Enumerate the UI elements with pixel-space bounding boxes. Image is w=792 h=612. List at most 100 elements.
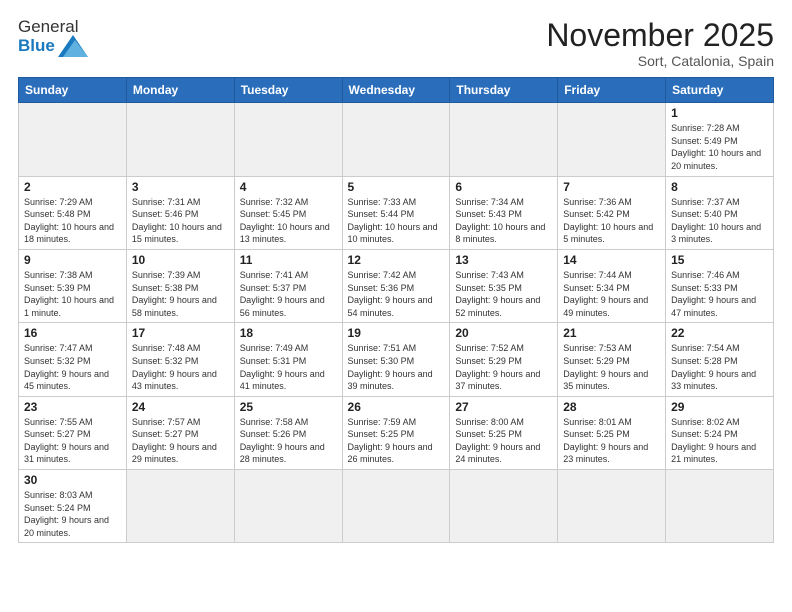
calendar-cell: 21 Sunrise: 7:53 AM Sunset: 5:29 PM Dayli… bbox=[558, 323, 666, 396]
calendar-cell bbox=[342, 103, 450, 176]
col-thursday: Thursday bbox=[450, 78, 558, 103]
day-info: Sunrise: 7:46 AM Sunset: 5:33 PM Dayligh… bbox=[671, 269, 768, 319]
calendar-cell bbox=[19, 103, 127, 176]
calendar-cell: 9Sunrise: 7:38 AM Sunset: 5:39 PM Daylig… bbox=[19, 249, 127, 322]
calendar-cell: 23 Sunrise: 7:55 AM Sunset: 5:27 PM Dayli… bbox=[19, 396, 127, 469]
day-info: Sunrise: 7:59 AM Sunset: 5:25 PM Dayligh… bbox=[348, 416, 445, 466]
calendar-cell: 26 Sunrise: 7:59 AM Sunset: 5:25 PM Dayli… bbox=[342, 396, 450, 469]
calendar-cell: 4 Sunrise: 7:32 AM Sunset: 5:45 PM Daylig… bbox=[234, 176, 342, 249]
day-info: Sunrise: 7:32 AM Sunset: 5:45 PM Dayligh… bbox=[240, 196, 337, 246]
page: General Blue November 2025 Sort, Catalon… bbox=[0, 0, 792, 612]
day-number: 18 bbox=[240, 326, 337, 340]
calendar-cell bbox=[234, 470, 342, 543]
day-number: 30 bbox=[24, 473, 121, 487]
calendar-header-row: Sunday Monday Tuesday Wednesday Thursday… bbox=[19, 78, 774, 103]
day-info: Sunrise: 7:28 AM Sunset: 5:49 PM Dayligh… bbox=[671, 122, 768, 172]
calendar-cell: 14 Sunrise: 7:44 AM Sunset: 5:34 PM Dayli… bbox=[558, 249, 666, 322]
day-number: 10 bbox=[132, 253, 229, 267]
day-number: 20 bbox=[455, 326, 552, 340]
day-number: 1 bbox=[671, 106, 768, 120]
calendar-cell bbox=[234, 103, 342, 176]
day-info: Sunrise: 7:36 AM Sunset: 5:42 PM Dayligh… bbox=[563, 196, 660, 246]
day-info: Sunrise: 7:34 AM Sunset: 5:43 PM Dayligh… bbox=[455, 196, 552, 246]
day-number: 14 bbox=[563, 253, 660, 267]
col-tuesday: Tuesday bbox=[234, 78, 342, 103]
day-number: 27 bbox=[455, 400, 552, 414]
title-area: November 2025 Sort, Catalonia, Spain bbox=[546, 18, 774, 69]
day-info: Sunrise: 7:41 AM Sunset: 5:37 PM Dayligh… bbox=[240, 269, 337, 319]
day-number: 28 bbox=[563, 400, 660, 414]
calendar-cell: 3Sunrise: 7:31 AM Sunset: 5:46 PM Daylig… bbox=[126, 176, 234, 249]
day-info: Sunrise: 7:43 AM Sunset: 5:35 PM Dayligh… bbox=[455, 269, 552, 319]
logo-icon bbox=[58, 35, 88, 57]
col-friday: Friday bbox=[558, 78, 666, 103]
location-subtitle: Sort, Catalonia, Spain bbox=[546, 53, 774, 69]
calendar-cell bbox=[666, 470, 774, 543]
calendar-cell bbox=[558, 470, 666, 543]
day-info: Sunrise: 7:57 AM Sunset: 5:27 PM Dayligh… bbox=[132, 416, 229, 466]
calendar-cell: 7Sunrise: 7:36 AM Sunset: 5:42 PM Daylig… bbox=[558, 176, 666, 249]
calendar-cell: 27Sunrise: 8:00 AM Sunset: 5:25 PM Dayli… bbox=[450, 396, 558, 469]
day-number: 17 bbox=[132, 326, 229, 340]
day-info: Sunrise: 8:01 AM Sunset: 5:25 PM Dayligh… bbox=[563, 416, 660, 466]
day-number: 24 bbox=[132, 400, 229, 414]
calendar-cell: 24 Sunrise: 7:57 AM Sunset: 5:27 PM Dayli… bbox=[126, 396, 234, 469]
day-number: 19 bbox=[348, 326, 445, 340]
day-number: 2 bbox=[24, 180, 121, 194]
day-info: Sunrise: 7:39 AM Sunset: 5:38 PM Dayligh… bbox=[132, 269, 229, 319]
day-number: 6 bbox=[455, 180, 552, 194]
day-info: Sunrise: 7:31 AM Sunset: 5:46 PM Dayligh… bbox=[132, 196, 229, 246]
calendar-cell: 30 Sunrise: 8:03 AM Sunset: 5:24 PM Dayli… bbox=[19, 470, 127, 543]
day-number: 4 bbox=[240, 180, 337, 194]
calendar-cell: 25 Sunrise: 7:58 AM Sunset: 5:26 PM Dayli… bbox=[234, 396, 342, 469]
calendar-cell: 29Sunrise: 8:02 AM Sunset: 5:24 PM Dayli… bbox=[666, 396, 774, 469]
day-number: 5 bbox=[348, 180, 445, 194]
calendar-cell: 17Sunrise: 7:48 AM Sunset: 5:32 PM Dayli… bbox=[126, 323, 234, 396]
calendar-cell bbox=[126, 470, 234, 543]
calendar-cell: 2 Sunrise: 7:29 AM Sunset: 5:48 PM Daylig… bbox=[19, 176, 127, 249]
calendar-cell: 1 Sunrise: 7:28 AM Sunset: 5:49 PM Daylig… bbox=[666, 103, 774, 176]
day-info: Sunrise: 8:03 AM Sunset: 5:24 PM Dayligh… bbox=[24, 489, 121, 539]
col-saturday: Saturday bbox=[666, 78, 774, 103]
day-info: Sunrise: 7:37 AM Sunset: 5:40 PM Dayligh… bbox=[671, 196, 768, 246]
day-number: 22 bbox=[671, 326, 768, 340]
day-number: 25 bbox=[240, 400, 337, 414]
logo: General Blue bbox=[18, 18, 88, 57]
day-info: Sunrise: 7:38 AM Sunset: 5:39 PM Dayligh… bbox=[24, 269, 121, 319]
logo-blue-text: Blue bbox=[18, 36, 55, 56]
calendar-cell: 18Sunrise: 7:49 AM Sunset: 5:31 PM Dayli… bbox=[234, 323, 342, 396]
calendar-cell: 15Sunrise: 7:46 AM Sunset: 5:33 PM Dayli… bbox=[666, 249, 774, 322]
calendar-cell: 6 Sunrise: 7:34 AM Sunset: 5:43 PM Daylig… bbox=[450, 176, 558, 249]
calendar-cell bbox=[342, 470, 450, 543]
day-number: 23 bbox=[24, 400, 121, 414]
day-number: 16 bbox=[24, 326, 121, 340]
calendar-cell: 8 Sunrise: 7:37 AM Sunset: 5:40 PM Daylig… bbox=[666, 176, 774, 249]
calendar-cell: 13 Sunrise: 7:43 AM Sunset: 5:35 PM Dayli… bbox=[450, 249, 558, 322]
day-info: Sunrise: 7:33 AM Sunset: 5:44 PM Dayligh… bbox=[348, 196, 445, 246]
day-info: Sunrise: 7:44 AM Sunset: 5:34 PM Dayligh… bbox=[563, 269, 660, 319]
calendar-cell: 19Sunrise: 7:51 AM Sunset: 5:30 PM Dayli… bbox=[342, 323, 450, 396]
day-info: Sunrise: 7:53 AM Sunset: 5:29 PM Dayligh… bbox=[563, 342, 660, 392]
day-info: Sunrise: 8:02 AM Sunset: 5:24 PM Dayligh… bbox=[671, 416, 768, 466]
day-number: 26 bbox=[348, 400, 445, 414]
day-info: Sunrise: 7:52 AM Sunset: 5:29 PM Dayligh… bbox=[455, 342, 552, 392]
calendar-cell: 11Sunrise: 7:41 AM Sunset: 5:37 PM Dayli… bbox=[234, 249, 342, 322]
day-number: 13 bbox=[455, 253, 552, 267]
calendar-cell: 28 Sunrise: 8:01 AM Sunset: 5:25 PM Dayli… bbox=[558, 396, 666, 469]
day-info: Sunrise: 7:29 AM Sunset: 5:48 PM Dayligh… bbox=[24, 196, 121, 246]
day-info: Sunrise: 7:54 AM Sunset: 5:28 PM Dayligh… bbox=[671, 342, 768, 392]
calendar-cell bbox=[450, 470, 558, 543]
calendar-cell: 12Sunrise: 7:42 AM Sunset: 5:36 PM Dayli… bbox=[342, 249, 450, 322]
col-sunday: Sunday bbox=[19, 78, 127, 103]
day-info: Sunrise: 7:58 AM Sunset: 5:26 PM Dayligh… bbox=[240, 416, 337, 466]
day-number: 8 bbox=[671, 180, 768, 194]
calendar-cell bbox=[558, 103, 666, 176]
calendar-cell: 10 Sunrise: 7:39 AM Sunset: 5:38 PM Dayli… bbox=[126, 249, 234, 322]
calendar-cell: 5 Sunrise: 7:33 AM Sunset: 5:44 PM Daylig… bbox=[342, 176, 450, 249]
day-info: Sunrise: 7:42 AM Sunset: 5:36 PM Dayligh… bbox=[348, 269, 445, 319]
calendar-cell: 22 Sunrise: 7:54 AM Sunset: 5:28 PM Dayli… bbox=[666, 323, 774, 396]
day-number: 21 bbox=[563, 326, 660, 340]
day-info: Sunrise: 7:55 AM Sunset: 5:27 PM Dayligh… bbox=[24, 416, 121, 466]
header: General Blue November 2025 Sort, Catalon… bbox=[18, 18, 774, 69]
calendar: Sunday Monday Tuesday Wednesday Thursday… bbox=[18, 77, 774, 543]
